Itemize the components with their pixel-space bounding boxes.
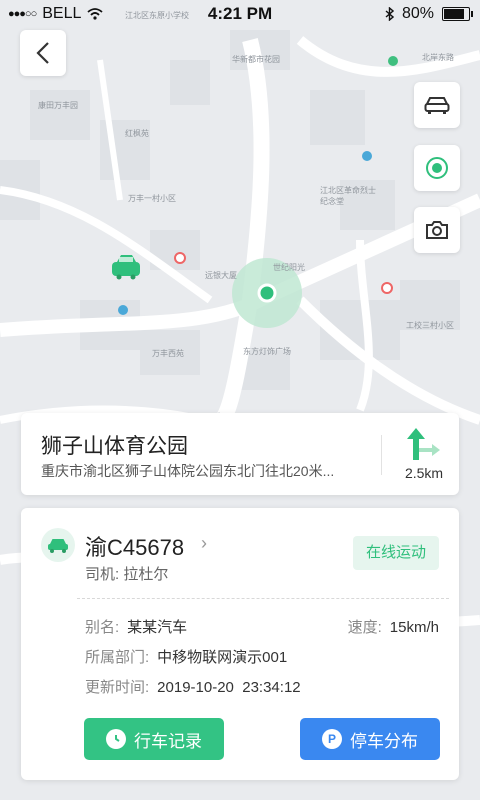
car-icon bbox=[424, 97, 450, 114]
speed-value: 15km/h bbox=[389, 619, 439, 636]
poi-label: 东方灯饰广场 bbox=[243, 347, 291, 356]
poi-label: 江北区革命烈士纪念堂 bbox=[320, 186, 376, 206]
poi-label: 康田万丰园 bbox=[38, 101, 78, 110]
location-target-icon bbox=[426, 157, 448, 179]
speed-label: 速度: bbox=[347, 619, 382, 636]
poi-label: 工校三村小区 bbox=[406, 321, 454, 330]
parking-distribution-button[interactable]: P 停车分布 bbox=[300, 718, 440, 760]
battery-percent: 80% bbox=[401, 5, 434, 22]
battery-icon bbox=[442, 7, 473, 21]
parking-distribution-label: 停车分布 bbox=[350, 731, 418, 751]
department-value: 中移物联网演示001 bbox=[157, 649, 288, 666]
car-icon bbox=[48, 539, 68, 553]
status-bar: ●●●○○ BELL 4:21 PM 80% bbox=[0, 0, 480, 28]
my-location-button[interactable] bbox=[414, 145, 460, 191]
divider bbox=[381, 435, 382, 475]
car-marker-icon bbox=[112, 255, 140, 280]
poi-label: 华新都市花园 bbox=[232, 55, 280, 64]
alias-value: 某某汽车 bbox=[127, 619, 188, 636]
clock-icon bbox=[106, 729, 126, 749]
back-button[interactable] bbox=[20, 30, 66, 76]
status-badge: 在线运动 bbox=[353, 536, 439, 570]
department-row: 所属部门: 中移物联网演示001 bbox=[85, 646, 287, 667]
chevron-left-icon bbox=[36, 42, 49, 64]
department-label: 所属部门: bbox=[85, 649, 150, 666]
destination-address: 重庆市渝北区狮子山体院公园东北门往北20米... bbox=[41, 463, 335, 479]
poi-label: 北岸东路 bbox=[422, 53, 454, 62]
destination-card[interactable]: 狮子山体育公园 重庆市渝北区狮子山体院公园东北门往北20米... 2.5km bbox=[21, 413, 459, 495]
turn-arrow-icon[interactable] bbox=[406, 428, 442, 462]
alias-row: 别名: 某某汽车 bbox=[85, 616, 187, 637]
bluetooth-icon bbox=[385, 7, 394, 21]
poi-label: 世纪阳光 bbox=[273, 263, 305, 272]
driver-name: 司机: 拉杜尔 bbox=[85, 566, 169, 583]
poi-label: 万丰西苑 bbox=[152, 349, 184, 358]
update-time-row: 更新时间: 2019-10-20 23:34:12 bbox=[85, 676, 301, 697]
car-avatar bbox=[41, 528, 75, 562]
poi-label: 红枫苑 bbox=[125, 129, 149, 138]
vehicle-locate-button[interactable] bbox=[414, 82, 460, 128]
parking-icon: P bbox=[322, 729, 342, 749]
camera-icon bbox=[426, 221, 448, 239]
alias-label: 别名: bbox=[85, 619, 120, 636]
chevron-right-icon[interactable]: › bbox=[201, 533, 207, 554]
plate-number[interactable]: 渝C45678 bbox=[85, 530, 184, 562]
update-time-label: 更新时间: bbox=[85, 679, 150, 696]
poi-label: 远银大厦 bbox=[205, 271, 237, 280]
divider bbox=[77, 598, 449, 599]
poi-label: 万丰一村小区 bbox=[128, 194, 176, 203]
vehicle-info-card: 渝C45678 › 司机: 拉杜尔 在线运动 别名: 某某汽车 速度: 15km/h… bbox=[21, 508, 459, 780]
speed-row: 速度: 15km/h bbox=[348, 616, 439, 637]
destination-title: 狮子山体育公园 bbox=[41, 435, 188, 458]
update-time-value: 2019-10-20 23:34:12 bbox=[157, 679, 301, 696]
camera-button[interactable] bbox=[414, 207, 460, 253]
trip-record-label: 行车记录 bbox=[134, 731, 202, 751]
trip-record-button[interactable]: 行车记录 bbox=[84, 718, 224, 760]
destination-distance: 2.5km bbox=[404, 465, 444, 481]
